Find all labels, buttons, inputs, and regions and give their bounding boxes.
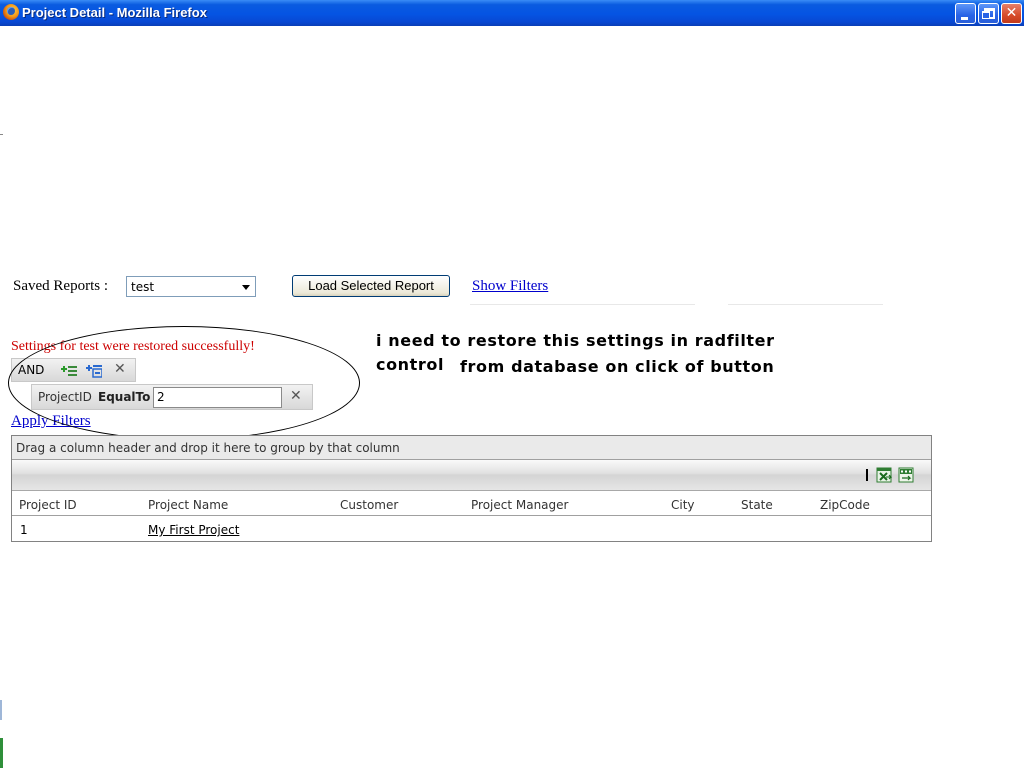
grid-command-bar xyxy=(12,460,931,491)
edge-mark xyxy=(0,700,2,720)
cell-project-id: 1 xyxy=(20,523,28,537)
show-filters-link[interactable]: Show Filters xyxy=(472,278,548,295)
saved-reports-selected: test xyxy=(131,280,155,294)
minimize-icon xyxy=(961,17,968,20)
table-row: 1 My First Project xyxy=(12,516,931,541)
annotation-text: from database on click of button xyxy=(460,357,775,376)
divider xyxy=(728,304,883,305)
column-header-project-name[interactable]: Project Name xyxy=(148,498,228,512)
divider xyxy=(470,304,695,305)
group-panel[interactable]: Drag a column header and drop it here to… xyxy=(12,436,931,460)
close-icon: ✕ xyxy=(1005,5,1018,21)
cell-project-name-link[interactable]: My First Project xyxy=(148,523,239,537)
annotation-text: control xyxy=(376,355,445,374)
minimize-button[interactable] xyxy=(955,3,976,24)
close-button[interactable]: ✕ xyxy=(1001,3,1022,24)
load-selected-report-button[interactable]: Load Selected Report xyxy=(292,275,450,297)
export-excel-icon[interactable] xyxy=(876,467,892,483)
annotation-ellipse xyxy=(8,326,360,440)
window-title-bar[interactable]: Project Detail - Mozilla Firefox ✕ xyxy=(0,0,1024,26)
edge-mark xyxy=(0,738,3,768)
column-header-state[interactable]: State xyxy=(741,498,773,512)
restore-button[interactable] xyxy=(978,3,999,24)
column-header-project-id[interactable]: Project ID xyxy=(19,498,77,512)
column-header-customer[interactable]: Customer xyxy=(340,498,398,512)
group-panel-hint: Drag a column header and drop it here to… xyxy=(16,441,400,455)
saved-reports-dropdown[interactable]: test xyxy=(126,276,256,297)
grid-header-row: Project ID Project Name Customer Project… xyxy=(12,491,931,516)
chevron-down-icon[interactable] xyxy=(242,285,250,290)
annotation-text: i need to restore this settings in radfi… xyxy=(376,331,775,350)
column-header-zipcode[interactable]: ZipCode xyxy=(820,498,870,512)
project-grid: Drag a column header and drop it here to… xyxy=(11,435,932,542)
restore-icon-back xyxy=(982,11,990,19)
saved-reports-label: Saved Reports : xyxy=(13,278,108,294)
column-header-city[interactable]: City xyxy=(671,498,695,512)
toolbar-separator xyxy=(866,469,868,481)
edge-mark xyxy=(0,134,3,135)
column-header-project-manager[interactable]: Project Manager xyxy=(471,498,568,512)
firefox-icon xyxy=(3,4,19,20)
export-csv-icon[interactable] xyxy=(898,467,914,483)
window-title: Project Detail - Mozilla Firefox xyxy=(22,5,207,20)
